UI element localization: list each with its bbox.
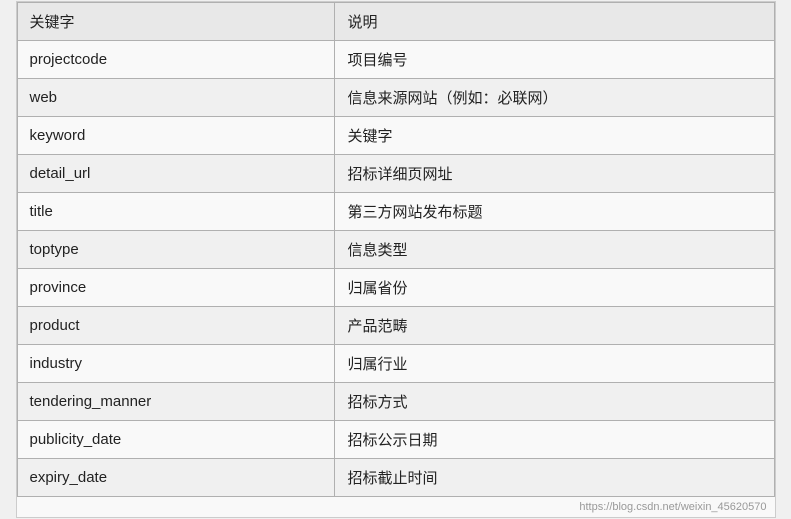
watermark: https://blog.csdn.net/weixin_45620570 (17, 497, 775, 517)
table-cell-keyword: keyword (17, 117, 335, 155)
table-cell-description: 信息来源网站（例如：必联网） (335, 79, 774, 117)
table-cell-description: 项目编号 (335, 41, 774, 79)
header-description: 说明 (335, 3, 774, 41)
header-keyword: 关键字 (17, 3, 335, 41)
table-row: publicity_date招标公示日期 (17, 421, 774, 459)
table-cell-keyword: toptype (17, 231, 335, 269)
table-cell-keyword: province (17, 269, 335, 307)
table-cell-description: 招标方式 (335, 383, 774, 421)
table-header-row: 关键字 说明 (17, 3, 774, 41)
keyword-table: 关键字 说明 projectcode项目编号web信息来源网站（例如：必联网）k… (17, 2, 775, 497)
table-row: industry归属行业 (17, 345, 774, 383)
table-row: keyword关键字 (17, 117, 774, 155)
table-cell-keyword: title (17, 193, 335, 231)
main-container: 关键字 说明 projectcode项目编号web信息来源网站（例如：必联网）k… (16, 1, 776, 518)
table-cell-description: 关键字 (335, 117, 774, 155)
table-cell-description: 招标公示日期 (335, 421, 774, 459)
table-cell-description: 第三方网站发布标题 (335, 193, 774, 231)
table-row: projectcode项目编号 (17, 41, 774, 79)
table-row: expiry_date招标截止时间 (17, 459, 774, 497)
table-row: province归属省份 (17, 269, 774, 307)
table-cell-keyword: expiry_date (17, 459, 335, 497)
table-cell-description: 归属行业 (335, 345, 774, 383)
table-row: toptype信息类型 (17, 231, 774, 269)
table-cell-description: 招标截止时间 (335, 459, 774, 497)
table-row: detail_url招标详细页网址 (17, 155, 774, 193)
table-row: tendering_manner招标方式 (17, 383, 774, 421)
table-row: product产品范畴 (17, 307, 774, 345)
table-row: title第三方网站发布标题 (17, 193, 774, 231)
table-cell-description: 招标详细页网址 (335, 155, 774, 193)
table-cell-keyword: industry (17, 345, 335, 383)
table-cell-description: 信息类型 (335, 231, 774, 269)
table-cell-keyword: publicity_date (17, 421, 335, 459)
table-cell-description: 产品范畴 (335, 307, 774, 345)
table-row: web信息来源网站（例如：必联网） (17, 79, 774, 117)
table-cell-keyword: detail_url (17, 155, 335, 193)
table-cell-keyword: product (17, 307, 335, 345)
table-cell-keyword: tendering_manner (17, 383, 335, 421)
table-cell-keyword: projectcode (17, 41, 335, 79)
table-body: projectcode项目编号web信息来源网站（例如：必联网）keyword关… (17, 41, 774, 497)
table-cell-keyword: web (17, 79, 335, 117)
table-cell-description: 归属省份 (335, 269, 774, 307)
